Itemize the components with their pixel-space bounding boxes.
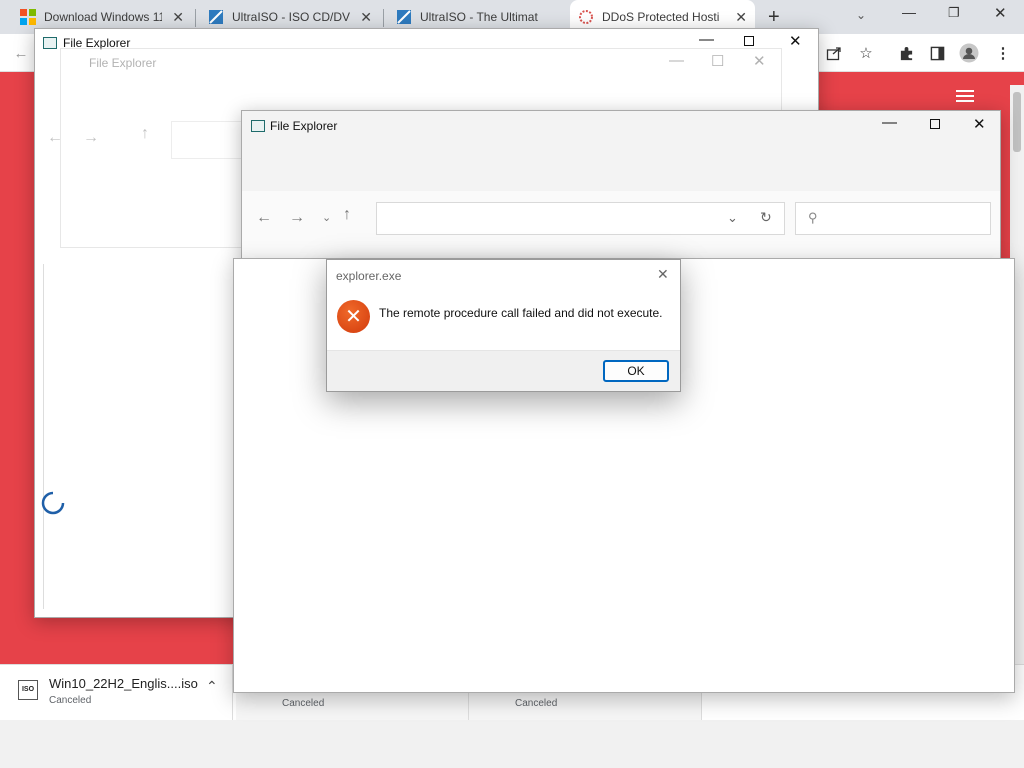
iso-file-icon: ISO xyxy=(18,680,38,700)
ddos-icon xyxy=(579,10,593,24)
close-tab-icon[interactable]: ✕ xyxy=(172,9,184,26)
recent-chevron-icon[interactable]: ⌄ xyxy=(322,211,331,224)
close-button[interactable]: ✕ xyxy=(973,115,986,133)
chevron-up-icon[interactable]: ⌃ xyxy=(206,678,218,695)
profile-avatar-icon[interactable] xyxy=(958,42,980,64)
forward-arrow-icon[interactable]: → xyxy=(289,209,305,227)
hamburger-menu-icon[interactable] xyxy=(956,90,974,102)
search-input[interactable]: ⚲ xyxy=(795,202,991,235)
window-title: File Explorer xyxy=(270,119,338,133)
download-filename: Win10_22H2_Englis....iso xyxy=(49,676,198,691)
refresh-icon[interactable]: ↻ xyxy=(760,209,772,226)
minimize-button[interactable]: — xyxy=(669,52,684,69)
forward-arrow-icon[interactable]: → xyxy=(83,129,99,147)
minimize-button[interactable]: — xyxy=(699,31,714,48)
explorer-app-icon xyxy=(43,37,57,49)
ok-button[interactable]: OK xyxy=(603,360,669,382)
share-icon[interactable] xyxy=(823,42,845,64)
download-item[interactable]: ISO Win10_22H2_Englis....iso Canceled ⌃ xyxy=(0,664,233,720)
back-arrow-icon[interactable]: ← xyxy=(256,209,272,227)
close-button[interactable]: ✕ xyxy=(789,32,802,50)
dialog-message: The remote procedure call failed and did… xyxy=(379,306,663,320)
download-status: Canceled xyxy=(49,695,92,706)
download-status: Canceled xyxy=(515,698,558,709)
close-button[interactable]: ✕ xyxy=(753,52,766,70)
tab-separator xyxy=(383,9,384,27)
window-title: File Explorer xyxy=(89,56,157,70)
tab-title: DDoS Protected Hosting xyxy=(602,10,720,24)
error-dialog[interactable]: explorer.exe ✕ ✕ The remote procedure ca… xyxy=(326,259,681,392)
close-tab-icon[interactable]: ✕ xyxy=(360,9,372,26)
side-panel-icon[interactable] xyxy=(926,42,948,64)
search-icon: ⚲ xyxy=(808,210,818,225)
extensions-puzzle-icon[interactable] xyxy=(895,42,917,64)
download-status: Canceled xyxy=(282,698,325,709)
windows-logo-icon xyxy=(20,9,36,25)
restore-button[interactable]: ❐ xyxy=(948,5,960,21)
tab-search-icon[interactable]: ⌄ xyxy=(856,8,866,22)
tab-title: UltraISO - The Ultimate xyxy=(420,10,538,24)
chevron-down-icon[interactable]: ⌄ xyxy=(727,210,738,226)
error-icon: ✕ xyxy=(337,300,370,333)
explorer-window-front-header[interactable]: File Explorer — ✕ ← → ⌄ ↑ ⌄ ↻ ⚲ xyxy=(241,110,1001,260)
loading-spinner-icon xyxy=(41,491,65,515)
close-browser-button[interactable]: ✕ xyxy=(994,4,1007,22)
dialog-close-button[interactable]: ✕ xyxy=(657,266,669,283)
scrollbar-thumb[interactable] xyxy=(1013,92,1021,152)
tab-title: Download Windows 11 xyxy=(44,10,162,24)
browser-menu-icon[interactable]: ⋮ xyxy=(992,42,1014,64)
back-arrow-icon[interactable]: ← xyxy=(47,129,63,147)
explorer-app-icon xyxy=(251,120,265,132)
maximize-button[interactable]: ☐ xyxy=(711,52,724,70)
up-arrow-icon[interactable]: ↑ xyxy=(343,206,351,224)
tab-title: UltraISO - ISO CD/DVD xyxy=(232,10,350,24)
new-tab-button[interactable]: + xyxy=(768,6,780,29)
up-arrow-icon[interactable]: ↑ xyxy=(141,125,149,143)
minimize-button[interactable]: — xyxy=(882,114,897,131)
tab-separator xyxy=(195,9,196,27)
ultraiso-icon xyxy=(397,10,411,24)
address-bar[interactable]: ⌄ ↻ xyxy=(376,202,785,235)
desktop-area xyxy=(0,720,1024,768)
dialog-title: explorer.exe xyxy=(336,269,402,283)
minimize-button[interactable]: — xyxy=(902,4,916,20)
maximize-button[interactable] xyxy=(744,36,754,46)
bookmark-star-icon[interactable]: ☆ xyxy=(855,42,877,64)
close-tab-icon[interactable]: ✕ xyxy=(735,9,747,26)
back-arrow-icon[interactable]: ← xyxy=(10,42,32,64)
ultraiso-icon xyxy=(209,10,223,24)
maximize-button[interactable] xyxy=(930,119,940,129)
navigation-pane xyxy=(43,264,243,609)
